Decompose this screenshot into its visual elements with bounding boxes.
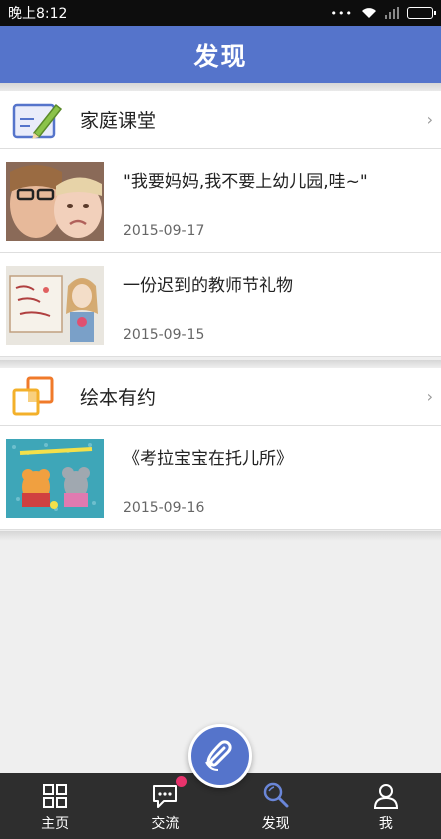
section-title: 绘本有约 (80, 387, 157, 409)
person-icon (373, 784, 398, 809)
article-date: 2015-09-15 (123, 327, 205, 343)
status-icons: ••• (330, 6, 436, 20)
notification-badge (176, 776, 188, 787)
battery-icon (407, 7, 436, 19)
article-date: 2015-09-17 (123, 223, 205, 239)
article-title: 《考拉宝宝在托儿所》 (123, 449, 293, 469)
article-title: 一份迟到的教师节礼物 (123, 276, 293, 296)
section-header-picture-books[interactable]: 绘本有约 › (0, 368, 441, 426)
tab-home[interactable]: 主页 (0, 773, 110, 839)
article-date: 2015-09-16 (123, 500, 205, 516)
search-icon (263, 782, 289, 808)
section-family-class: 家庭课堂 › "我要妈妈,我不要上幼儿园,哇~" 2015-09-17 一份迟到… (0, 91, 441, 357)
tab-label: 主页 (41, 816, 70, 832)
article-title: "我要妈妈,我不要上幼儿园,哇~" (123, 172, 368, 192)
status-time: 晚上8:12 (8, 6, 68, 22)
paperclip-icon (205, 740, 232, 771)
page-title: 发现 (193, 41, 248, 71)
status-bar: 晚上8:12 ••• (0, 0, 441, 26)
section-divider (0, 531, 441, 541)
article-thumbnail (6, 162, 104, 241)
pencil-board-icon (12, 103, 62, 139)
chat-icon (153, 785, 178, 808)
section-header-family-class[interactable]: 家庭课堂 › (0, 91, 441, 149)
chevron-right-icon: › (426, 387, 433, 406)
list-item[interactable]: 《考拉宝宝在托儿所》 2015-09-16 (0, 426, 441, 530)
article-thumbnail (6, 266, 104, 345)
section-picture-books: 绘本有约 › 《考拉宝宝在托儿所》 2015-09-16 (0, 368, 441, 530)
paperclip-fab-button[interactable] (188, 724, 252, 788)
list-item[interactable]: "我要妈妈,我不要上幼儿园,哇~" 2015-09-17 (0, 149, 441, 253)
page-header: 发现 (0, 26, 441, 83)
book-squares-icon (12, 376, 54, 416)
section-divider (0, 360, 441, 368)
wifi-icon (362, 8, 376, 18)
grid-icon (43, 784, 68, 808)
more-dots-icon: ••• (330, 6, 353, 20)
chevron-right-icon: › (426, 110, 433, 129)
signal-icon (385, 7, 399, 19)
article-thumbnail (6, 439, 104, 518)
section-title: 家庭课堂 (80, 110, 157, 132)
tab-me[interactable]: 我 (331, 773, 441, 839)
list-item[interactable]: 一份迟到的教师节礼物 2015-09-15 (0, 253, 441, 357)
tab-label: 交流 (151, 816, 180, 832)
tab-label: 发现 (261, 816, 290, 832)
tab-label: 我 (378, 816, 393, 832)
